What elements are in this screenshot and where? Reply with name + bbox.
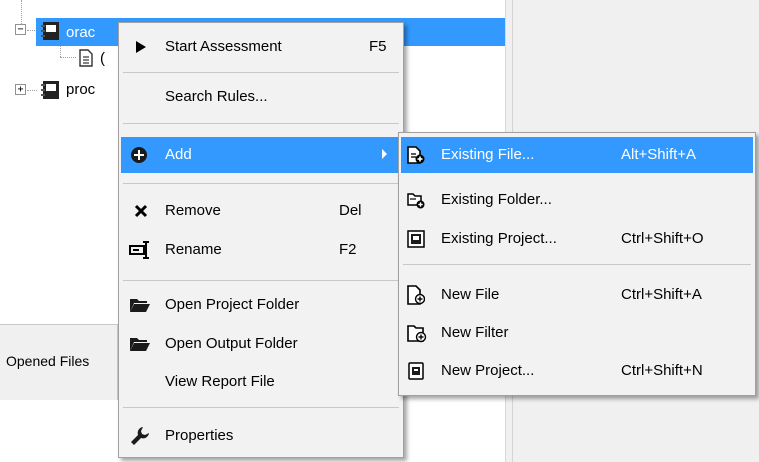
- menu-separator: [403, 264, 751, 265]
- submenu-arrow-icon: [382, 149, 387, 159]
- menu-item-label: Add: [165, 146, 192, 163]
- submenu-item-shortcut: Ctrl+Shift+O: [621, 230, 704, 247]
- menu-separator: [123, 280, 399, 281]
- project-icon: [407, 230, 425, 248]
- submenu-item-existing-folder[interactable]: Existing Folder...: [401, 185, 753, 219]
- menu-item-start-assessment[interactable]: Start Assessment F5: [121, 30, 401, 64]
- submenu-item-label: New Project...: [441, 362, 535, 379]
- plus-circle-icon: [131, 147, 147, 163]
- submenu-item-shortcut: Alt+Shift+A: [621, 146, 697, 163]
- menu-item-label: Properties: [165, 427, 234, 444]
- menu-item-label: Search Rules...: [165, 88, 268, 105]
- menu-item-shortcut: F5: [369, 38, 387, 55]
- expand-expander[interactable]: +: [15, 84, 26, 95]
- submenu-item-label: Existing Project...: [441, 230, 557, 247]
- play-icon: [136, 41, 146, 53]
- menu-item-label: Start Assessment: [165, 38, 282, 55]
- menu-item-label: Rename: [165, 241, 222, 258]
- menu-item-add[interactable]: Add: [121, 137, 401, 173]
- menu-item-search-rules[interactable]: Search Rules...: [121, 80, 401, 114]
- opened-files-tab[interactable]: Opened Files: [0, 324, 118, 400]
- submenu-item-existing-file[interactable]: Existing File... Alt+Shift+A: [401, 137, 753, 173]
- menu-separator: [123, 407, 399, 408]
- close-icon: [134, 204, 148, 218]
- submenu-item-new-filter[interactable]: New Filter: [401, 318, 753, 352]
- menu-item-open-project-folder[interactable]: Open Project Folder: [121, 288, 401, 322]
- project-icon: [41, 22, 59, 40]
- submenu-item-new-project[interactable]: New Project... Ctrl+Shift+N: [401, 356, 753, 390]
- new-filter-icon: [407, 325, 427, 343]
- tree-connector: [60, 57, 76, 58]
- submenu-item-new-file[interactable]: New File Ctrl+Shift+A: [401, 280, 753, 314]
- menu-item-shortcut: F2: [339, 241, 357, 258]
- tree-item-label[interactable]: proc: [66, 81, 95, 98]
- menu-item-label: Open Output Folder: [165, 335, 298, 352]
- opened-files-tab-label: Opened Files: [6, 353, 90, 369]
- menu-item-remove[interactable]: Remove Del: [121, 194, 401, 228]
- menu-item-properties[interactable]: Properties: [121, 419, 401, 453]
- wrench-icon: [131, 427, 149, 445]
- submenu-item-label: New Filter: [441, 324, 509, 341]
- file-icon: [79, 49, 93, 67]
- menu-item-label: View Report File: [165, 373, 275, 390]
- folder-open-icon: [130, 299, 150, 312]
- submenu-item-label: Existing Folder...: [441, 191, 552, 208]
- rename-icon: [129, 241, 149, 259]
- add-file-icon: [407, 146, 425, 164]
- tree-connector: [60, 45, 61, 57]
- folder-open-icon: [130, 338, 150, 351]
- menu-item-label: Open Project Folder: [165, 296, 300, 313]
- menu-separator: [123, 72, 399, 73]
- add-submenu: Existing File... Alt+Shift+A Existing Fo…: [398, 132, 756, 396]
- tree-item-label[interactable]: (: [100, 50, 105, 67]
- new-project-icon: [408, 362, 424, 380]
- submenu-item-label: New File: [441, 286, 500, 303]
- context-menu: Start Assessment F5 Search Rules... Add …: [118, 22, 404, 458]
- menu-item-rename[interactable]: Rename F2: [121, 233, 401, 267]
- collapse-expander[interactable]: −: [15, 24, 26, 35]
- menu-item-label: Remove: [165, 202, 221, 219]
- submenu-item-label: Existing File...: [441, 146, 535, 163]
- menu-separator: [123, 123, 399, 124]
- submenu-item-shortcut: Ctrl+Shift+N: [621, 362, 703, 379]
- menu-item-shortcut: Del: [339, 202, 362, 219]
- tree-item-label[interactable]: orac: [66, 24, 95, 41]
- menu-item-view-report-file[interactable]: View Report File: [121, 365, 401, 399]
- new-file-icon: [407, 285, 425, 305]
- add-folder-icon: [407, 193, 425, 209]
- project-icon: [41, 81, 59, 99]
- submenu-item-existing-project[interactable]: Existing Project... Ctrl+Shift+O: [401, 223, 753, 257]
- tree-connector: [27, 90, 37, 91]
- submenu-item-shortcut: Ctrl+Shift+A: [621, 286, 702, 303]
- menu-item-open-output-folder[interactable]: Open Output Folder: [121, 327, 401, 361]
- menu-separator: [123, 183, 399, 184]
